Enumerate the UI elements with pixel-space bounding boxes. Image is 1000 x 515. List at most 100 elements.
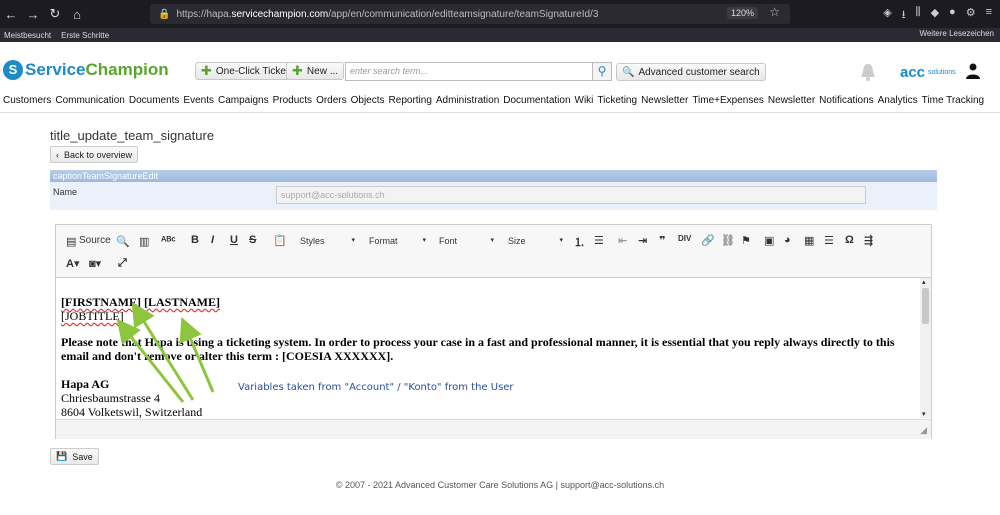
settings-icon[interactable]: ⚙ — [966, 6, 976, 25]
menu-item-newsletter[interactable]: Newsletter — [768, 95, 815, 112]
maximize-icon[interactable]: ⤢ — [118, 257, 127, 270]
editor-scrollbar[interactable]: ▴ ▾ — [920, 278, 931, 418]
link-icon[interactable]: 🔗 — [701, 234, 715, 247]
dropdown-arrow-icon: ▾ — [422, 237, 426, 244]
source-icon[interactable]: ▤ — [66, 235, 76, 248]
browser-extensions: ◈ ⭳ ⫼ ◆ ● ⚙ ≡ — [883, 6, 992, 25]
bookmark-star-icon[interactable]: ☆ — [769, 5, 780, 19]
search-icon[interactable]: ⚲ — [592, 62, 612, 81]
page-break-icon[interactable]: ⇶ — [864, 234, 873, 247]
menu-item-campaigns[interactable]: Campaigns — [218, 95, 269, 112]
editor-statusbar: ◢ — [56, 419, 931, 439]
back-to-overview-button[interactable]: ‹ Back to overview — [50, 146, 139, 163]
advanced-customer-search-button[interactable]: 🔍 Advanced customer search — [616, 63, 766, 81]
lock-icon: 🔒 — [158, 8, 171, 20]
bookmark-meistbesucht[interactable]: Meistbesucht — [4, 31, 51, 40]
unlink-icon[interactable]: ⛓ — [721, 234, 735, 247]
table-icon[interactable]: ▦ — [804, 234, 814, 247]
pocket-icon[interactable]: ◈ — [883, 6, 891, 25]
special-char-omega-icon[interactable]: Ω — [845, 234, 854, 246]
extension-icon[interactable]: ◆ — [931, 6, 939, 25]
div-icon[interactable]: DIV — [678, 234, 691, 243]
text-color-icon[interactable]: A▾ — [66, 257, 79, 270]
editor-content[interactable]: [FIRSTNAME] [LASTNAME] [JOBTITLE] Please… — [56, 278, 920, 418]
acc-solutions-logo: acc solutions — [900, 64, 956, 81]
servicechampion-logo[interactable]: S ServiceChampion — [3, 60, 169, 80]
user-icon[interactable] — [966, 63, 980, 79]
blockquote-icon[interactable]: ❞ — [659, 234, 665, 247]
menu-item-wiki[interactable]: Wiki — [575, 95, 594, 112]
chevron-down-icon[interactable]: ▾ — [922, 410, 926, 418]
format-dropdown[interactable]: Format ▾ — [369, 236, 426, 246]
url-prefix: https://hapa. — [176, 8, 232, 20]
strikethrough-icon[interactable]: S — [249, 234, 256, 246]
templates-icon[interactable]: ▥ — [139, 235, 149, 248]
address-bar[interactable]: 🔒 https://hapa. servicechampion.com/app/e… — [150, 4, 790, 24]
styles-dropdown[interactable]: Styles ▾ — [300, 236, 355, 246]
menu-icon[interactable]: ≡ — [986, 6, 992, 25]
background-color-icon[interactable]: ◙▾ — [89, 257, 101, 270]
menu-item-objects[interactable]: Objects — [351, 95, 385, 112]
menu-item-ticketing[interactable]: Ticketing — [597, 95, 637, 112]
new-button[interactable]: ✚ New ... — [286, 62, 345, 80]
anchor-flag-icon[interactable]: ⚑ — [741, 234, 751, 247]
url-path: /app/en/communication/editteamsignature/… — [328, 8, 599, 20]
zoom-level[interactable]: 120% — [726, 7, 758, 19]
chevron-up-icon[interactable]: ▴ — [922, 278, 926, 286]
bookmark-erste-schritte[interactable]: Erste Schritte — [61, 31, 109, 40]
name-row: Name support@acc-solutions.ch — [50, 182, 937, 210]
resize-handle-icon[interactable]: ◢ — [920, 425, 927, 436]
forward-arrow-icon[interactable]: → — [22, 7, 44, 22]
dropdown-arrow-icon: ▾ — [559, 237, 563, 244]
var-jobtitle: [JOBTITLE] — [61, 309, 124, 323]
bell-icon[interactable] — [860, 62, 876, 82]
menu-item-time-tracking[interactable]: Time Tracking — [922, 95, 984, 112]
menu-item-events[interactable]: Events — [183, 95, 214, 112]
one-click-ticket-button[interactable]: ✚ One-Click Ticket — [195, 62, 295, 80]
numbered-list-icon[interactable]: ⒈ — [574, 234, 585, 250]
home-icon[interactable]: ⌂ — [66, 7, 88, 22]
menu-item-orders[interactable]: Orders — [316, 95, 347, 112]
menu-item-administration[interactable]: Administration — [436, 95, 499, 112]
plus-icon: ✚ — [292, 63, 303, 78]
font-dropdown[interactable]: Font ▾ — [439, 236, 494, 246]
menu-item-reporting[interactable]: Reporting — [389, 95, 432, 112]
menu-item-documentation[interactable]: Documentation — [503, 95, 570, 112]
search-input[interactable]: enter search term... — [345, 62, 593, 81]
page-footer: © 2007 - 2021 Advanced Customer Care Sol… — [335, 480, 665, 490]
scroll-thumb[interactable] — [922, 288, 929, 324]
spellcheck-icon[interactable]: ᴬᴮᶜ — [161, 235, 176, 247]
account-icon[interactable]: ● — [949, 6, 956, 25]
menu-item-analytics[interactable]: Analytics — [878, 95, 918, 112]
other-bookmarks[interactable]: Weitere Lesezeichen — [919, 29, 994, 38]
preview-icon[interactable]: 🔍 — [116, 235, 130, 248]
floppy-disk-icon: 💾 — [56, 451, 68, 461]
menu-item-documents[interactable]: Documents — [129, 95, 180, 112]
download-icon[interactable]: ⭳ — [902, 6, 906, 25]
indent-icon[interactable]: ⇥ — [638, 234, 647, 247]
save-button[interactable]: 💾 Save — [50, 448, 99, 465]
bold-icon[interactable]: B — [191, 234, 199, 246]
image-icon[interactable]: ▣ — [764, 234, 774, 247]
menu-item-customers[interactable]: Customers — [3, 95, 51, 112]
panel-caption: captionTeamSignatureEdit — [50, 170, 937, 182]
menu-item-newsletter[interactable]: Newsletter — [641, 95, 688, 112]
underline-icon[interactable]: U — [230, 234, 238, 246]
outdent-icon[interactable]: ⇤ — [618, 234, 627, 247]
reload-icon[interactable]: ↻ — [44, 6, 66, 22]
bullet-list-icon[interactable]: ☰ — [594, 234, 604, 247]
browser-toolbar: ← → ↻ ⌂ 🔒 https://hapa. servicechampion.c… — [0, 0, 1000, 28]
name-input[interactable]: support@acc-solutions.ch — [276, 186, 866, 204]
back-arrow-icon[interactable]: ← — [0, 7, 22, 22]
menu-item-time-expenses[interactable]: Time+Expenses — [692, 95, 764, 112]
horizontal-line-icon[interactable]: ☰ — [824, 234, 834, 247]
source-button[interactable]: Source — [79, 235, 111, 246]
menu-item-notifications[interactable]: Notifications — [819, 95, 873, 112]
italic-icon[interactable]: I — [211, 234, 214, 246]
menu-item-products[interactable]: Products — [273, 95, 312, 112]
flash-icon[interactable]: ◕ — [784, 234, 791, 246]
size-dropdown[interactable]: Size ▾ — [508, 236, 563, 246]
menu-item-communication[interactable]: Communication — [55, 95, 124, 112]
paste-icon[interactable]: 📋 — [273, 234, 287, 247]
library-icon[interactable]: ⫼ — [916, 6, 921, 25]
